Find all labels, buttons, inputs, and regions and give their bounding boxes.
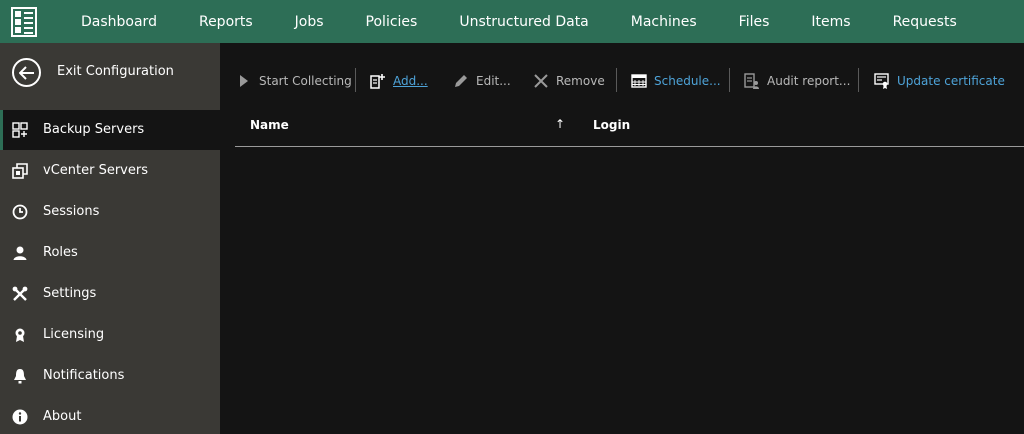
license-icon (12, 327, 28, 343)
update-certificate-button[interactable]: Update certificate (874, 72, 1005, 90)
remove-button[interactable]: Remove (533, 72, 605, 90)
backup-server-icon (12, 122, 28, 138)
nav-dashboard[interactable]: Dashboard (60, 14, 178, 30)
sidebar-item-backup-servers[interactable]: Backup Servers (0, 110, 220, 150)
sidebar-item-label: Settings (43, 286, 97, 301)
sidebar-item-label: Sessions (43, 204, 100, 219)
sidebar-item-licensing[interactable]: Licensing (0, 315, 220, 355)
exit-configuration-label: Exit Configuration (57, 64, 174, 79)
start-collecting-button[interactable]: Start Collecting (236, 72, 352, 90)
nav-machines[interactable]: Machines (610, 14, 718, 30)
toolbar-separator (729, 68, 730, 92)
sidebar-item-label: Roles (43, 245, 78, 260)
column-header-name[interactable]: Name (250, 118, 289, 132)
nav-policies[interactable]: Policies (345, 14, 439, 30)
sidebar-item-label: About (43, 409, 82, 424)
sidebar-item-label: Licensing (43, 327, 105, 342)
sidebar-item-about[interactable]: About (0, 397, 220, 434)
add-button[interactable]: Add... (370, 72, 428, 90)
bell-icon (12, 368, 28, 384)
sort-ascending-icon[interactable]: ↑ (555, 117, 565, 131)
audit-report-icon (744, 73, 760, 89)
sidebar: Exit Configuration Backup Servers vCente… (0, 43, 220, 434)
tools-icon (12, 286, 28, 302)
toolbar: Start Collecting Add... Edit... Remove S… (220, 43, 1024, 117)
vcenter-icon (12, 163, 28, 179)
clock-icon (12, 204, 28, 220)
top-navigation-bar: Dashboard Reports Jobs Policies Unstruct… (0, 0, 1024, 43)
sidebar-item-settings[interactable]: Settings (0, 274, 220, 314)
sidebar-item-label: Backup Servers (43, 122, 145, 137)
nav-items[interactable]: Items (790, 14, 871, 30)
certificate-icon (874, 73, 890, 89)
app-logo-icon[interactable] (6, 4, 42, 40)
column-header-login[interactable]: Login (593, 118, 630, 132)
schedule-button[interactable]: Schedule... (631, 72, 721, 90)
nav-jobs[interactable]: Jobs (274, 14, 345, 30)
sidebar-item-roles[interactable]: Roles (0, 233, 220, 273)
sidebar-item-label: Notifications (43, 368, 125, 383)
edit-button[interactable]: Edit... (453, 72, 511, 90)
back-arrow-icon (12, 58, 41, 87)
add-server-icon (370, 73, 386, 89)
sidebar-item-sessions[interactable]: Sessions (0, 192, 220, 232)
sidebar-item-notifications[interactable]: Notifications (0, 356, 220, 396)
table-header: Name ↑ Login (235, 117, 1024, 147)
nav-files[interactable]: Files (718, 14, 791, 30)
active-item-pointer (206, 116, 220, 144)
audit-report-button[interactable]: Audit report... (744, 72, 850, 90)
toolbar-separator (616, 68, 617, 92)
sidebar-item-label: vCenter Servers (43, 163, 148, 178)
user-icon (12, 245, 28, 261)
play-icon (236, 73, 252, 89)
toolbar-separator (355, 68, 356, 92)
info-icon (12, 409, 28, 425)
exit-configuration-button[interactable]: Exit Configuration (0, 43, 220, 105)
sidebar-item-vcenter-servers[interactable]: vCenter Servers (0, 151, 220, 191)
nav-reports[interactable]: Reports (178, 14, 274, 30)
close-icon (533, 73, 549, 89)
nav-requests[interactable]: Requests (872, 14, 978, 30)
calendar-icon (631, 73, 647, 89)
pencil-icon (453, 73, 469, 89)
toolbar-separator (858, 68, 859, 92)
nav-unstructured-data[interactable]: Unstructured Data (438, 14, 609, 30)
